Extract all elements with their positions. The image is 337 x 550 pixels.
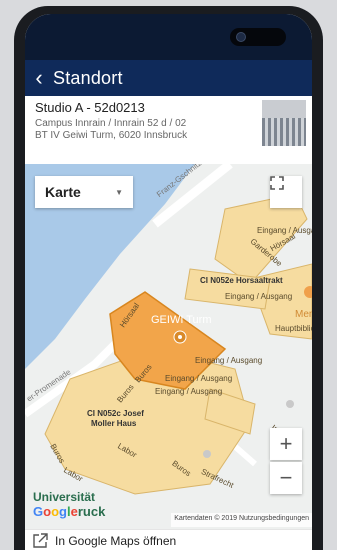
zoom-in-button[interactable]: + (270, 428, 302, 460)
label-ci-n052e: CI N052e Horsaaltrakt (200, 276, 283, 285)
label-mensa: Men (295, 309, 312, 320)
label-hauptbibliothek: Hauptbibliot (275, 324, 312, 333)
map-attribution[interactable]: Kartendaten © 2019 Nutzungsbedingungen (171, 513, 312, 527)
label-eingang-5: Eingang / Ausgang (155, 387, 223, 396)
screen: ‹ Standort Studio A - 52d0213 Campus Inn… (25, 14, 312, 550)
open-in-google-maps-label: In Google Maps öffnen (55, 533, 177, 548)
dropdown-caret-icon: ▼ (115, 188, 123, 197)
camera-icon (230, 28, 286, 46)
map-type-dropdown[interactable]: Karte ▼ (35, 176, 133, 208)
label-moller-haus: Moller Haus (91, 419, 137, 428)
location-header: Studio A - 52d0213 Campus Innrain / Innr… (25, 96, 312, 164)
fullscreen-icon (270, 176, 284, 190)
label-eingang-4: Eingang / Ausgang (165, 374, 233, 383)
building-thumbnail[interactable] (262, 100, 306, 146)
external-link-icon (25, 532, 55, 549)
status-bar (25, 14, 312, 60)
map-view[interactable]: Franz-Gschnitzer-Promenade er-Promenade … (25, 164, 312, 529)
room-name: Studio A - 52d0213 (35, 100, 145, 115)
page-title: Standort (53, 67, 123, 88)
open-in-google-maps-link[interactable]: In Google Maps öffnen (25, 529, 312, 550)
label-geiwi-turm: GEIWI Turm (151, 314, 212, 326)
phone-body: ‹ Standort Studio A - 52d0213 Campus Inn… (0, 0, 337, 550)
map-type-label: Karte (45, 184, 81, 200)
back-arrow-icon[interactable]: ‹ (25, 60, 53, 96)
app-bar: ‹ Standort (25, 60, 312, 96)
google-logo: Googleruck (33, 504, 106, 519)
fullscreen-button[interactable] (270, 176, 302, 208)
label-eingang-1: Eingang / Ausgang (257, 226, 312, 235)
zoom-out-button[interactable]: − (270, 462, 302, 494)
label-eingang-3: Eingang / Ausgang (195, 356, 263, 365)
address-line-1: Campus Innrain / Innrain 52 d / 02 (35, 118, 187, 129)
label-eingang-2: Eingang / Ausgang (225, 292, 293, 301)
label-ci-n052c: CI N052c Josef (87, 409, 144, 418)
address-line-2: BT IV Geiwi Turm, 6020 Innsbruck (35, 130, 188, 141)
label-universitaet: Universität (33, 490, 96, 504)
